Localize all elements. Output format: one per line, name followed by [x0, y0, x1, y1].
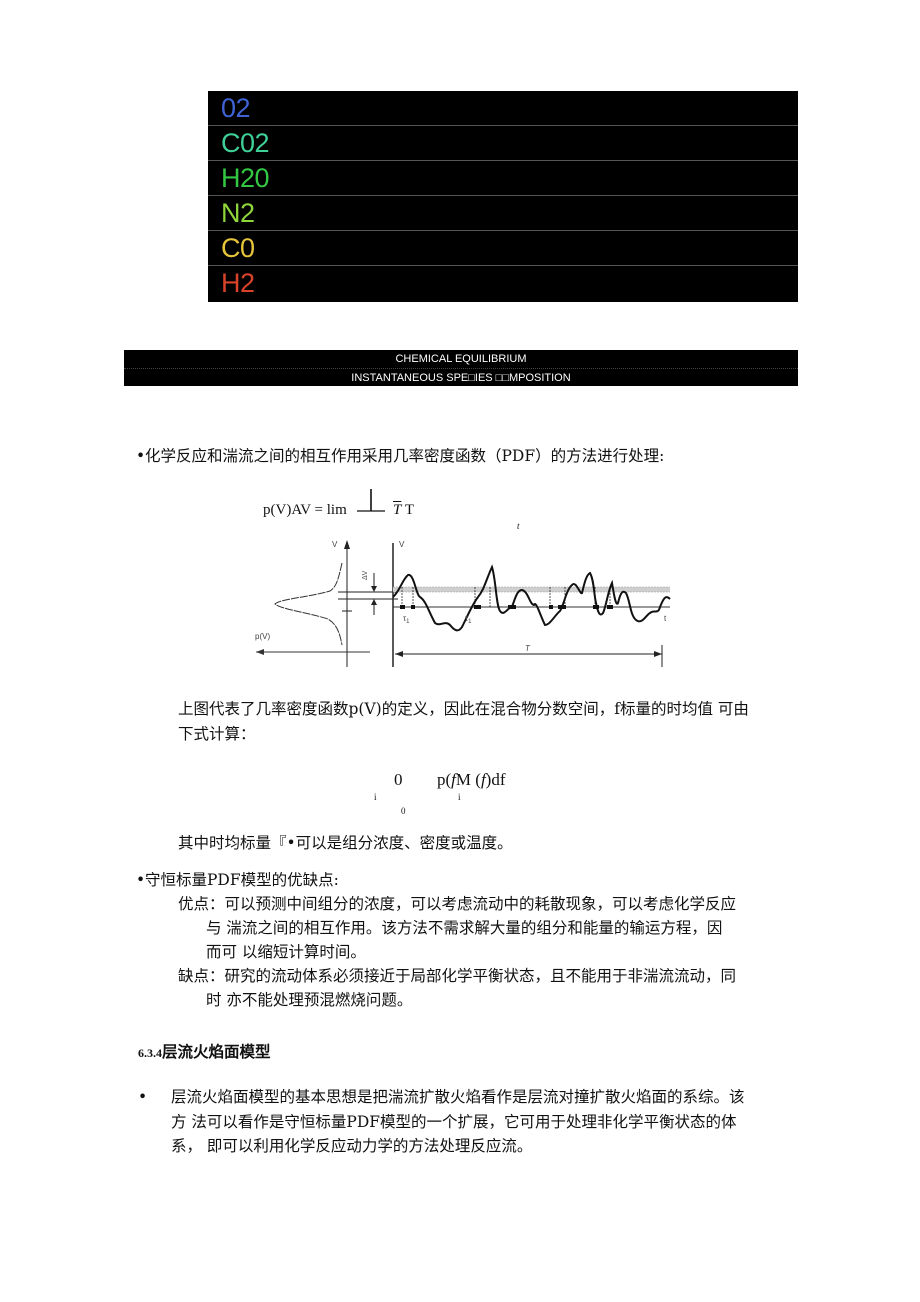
integrand: p(fM (f)df: [437, 770, 506, 790]
legend-label: H2: [221, 268, 255, 298]
section-heading: 6.3.4层流火焰面模型: [138, 1040, 271, 1062]
delta-arrowhead-top: [371, 586, 377, 592]
integrand-subscript: i: [458, 792, 461, 802]
interval-block: [411, 605, 415, 609]
equilibrium-banner: CHEMICAL EQUILIBRIUM INSTANTANEOUS SPE□I…: [124, 350, 798, 386]
interval-block: [593, 605, 599, 609]
pdf-definition-formula: p(V)AV = lim: [263, 502, 347, 519]
flamelet-line-1: 层流火焰面模型的基本思想是把湍流扩散火焰看作是层流对撞扩散火焰面的系综。该: [171, 1088, 745, 1106]
formula1-rhs: T T: [393, 502, 414, 519]
pdf-axis-label: p(V): [255, 632, 270, 641]
banner-line-2: INSTANTANEOUS SPE□IES □□MPOSITION: [351, 372, 571, 384]
interval-block: [549, 605, 553, 609]
legend-item-co2: C02: [208, 126, 798, 161]
section1-bullet-paragraph: •化学反应和湍流之间的相互作用采用几率密度函数（PDF）的方法进行处理:: [136, 444, 664, 468]
interval-block: [474, 605, 481, 609]
right-axis-label: V: [399, 540, 405, 549]
cons-line-2: 时 亦不能处理预混燃烧问题。: [206, 991, 413, 1009]
mean-scalar-note: 其中时均标量『•可以是组分浓度、密度或温度。: [178, 834, 513, 852]
legend-label: N2: [221, 197, 255, 228]
delta-arrowhead-bottom: [371, 599, 377, 605]
left-axis-label: V: [332, 540, 338, 549]
legend-item-h2o: H20: [208, 161, 798, 196]
integrand-end: )df: [485, 770, 506, 789]
integrand-M: M (: [455, 770, 481, 789]
fluctuating-signal-curve: [392, 564, 671, 632]
legend-label: H20: [221, 162, 270, 193]
flamelet-line-2: 方 法可以看作是守恒标量PDF模型的一个扩展，它可用于处理非化学平衡状态的体: [171, 1113, 737, 1131]
pdf-curve: [274, 562, 343, 646]
bullet-icon: •: [136, 447, 146, 465]
formula1-rhs-symbol: T: [393, 502, 402, 518]
section2-title-text: 守恒标量PDF模型的优缺点:: [145, 871, 339, 889]
pros-line-3: 而可 以缩短计算时间。: [206, 943, 366, 961]
period-arrowhead-right: [654, 651, 662, 657]
species-legend: 02 C02 H20 N2 C0 H2: [208, 91, 798, 302]
time-axis-label: t: [664, 614, 667, 623]
pdf-description-line-2: 下式计算：: [178, 725, 256, 743]
pdf-description-line-1: 上图代表了几率密度函数p(V)的定义，因此在混合物分数空间，f标量的时均值 可由: [178, 700, 749, 718]
tau-label-1: τ1: [403, 614, 410, 625]
legend-label: 02: [221, 92, 251, 123]
interval-block: [508, 605, 516, 609]
period-label: T: [525, 644, 531, 653]
section3-bullet: •: [138, 1085, 147, 1109]
integral-upper-limit: 0: [394, 770, 403, 789]
period-arrowhead-left: [395, 651, 403, 657]
section1-text: 化学反应和湍流之间的相互作用采用几率密度函数（PDF）的方法进行处理:: [145, 447, 665, 465]
left-axis-arrowhead: [344, 540, 350, 549]
banner-line-1: CHEMICAL EQUILIBRIUM: [124, 350, 798, 369]
legend-label: C02: [221, 127, 270, 158]
section-number: 6.3.4: [138, 1046, 162, 1060]
interval-block: [558, 605, 566, 609]
formula1-rhs-T: T: [404, 502, 414, 518]
bullet-icon: •: [136, 871, 146, 889]
formula1-lhs: p(V)AV = lim: [263, 502, 347, 518]
legend-item-n2: N2: [208, 196, 798, 231]
pdf-axis-arrowhead: [256, 649, 264, 655]
section-title: 层流火焰面模型: [162, 1042, 271, 1061]
pros-line-2: 与 湍流之间的相互作用。该方法不需求解大量的组分和能量的输运方程，因: [206, 919, 723, 937]
integral-left-sub: i: [374, 792, 377, 802]
interval-block: [607, 605, 613, 609]
pros-line-1: 优点：可以预测中间组分的浓度，可以考虑流动中的耗散现象，可以考虑化学反应: [178, 895, 737, 913]
legend-item-co: C0: [208, 231, 798, 266]
pdf-time-series-figure: V p(V) ΔV V τ1 τ1 t T: [255, 540, 671, 667]
legend-item-h2: H2: [208, 266, 798, 301]
section2-title: •守恒标量PDF模型的优缺点:: [136, 868, 339, 892]
delta-v-label: ΔV: [362, 570, 369, 580]
delta-band: [393, 587, 670, 592]
integrand-p: p(: [437, 770, 452, 789]
bullet-icon: •: [138, 1088, 148, 1106]
legend-label: C0: [221, 232, 255, 263]
interval-block: [400, 605, 405, 609]
formula1-subscript: t: [517, 521, 520, 531]
cons-line-1: 缺点：研究的流动体系必须接近于局部化学平衡状态，且不能用于非湍流流动，同: [178, 967, 737, 985]
flamelet-line-3: 系， 即可以利用化学反应动力学的方法处理反应流。: [171, 1137, 533, 1155]
integral-lower-limit: 0: [401, 806, 406, 816]
legend-item-o2: 02: [208, 91, 798, 126]
